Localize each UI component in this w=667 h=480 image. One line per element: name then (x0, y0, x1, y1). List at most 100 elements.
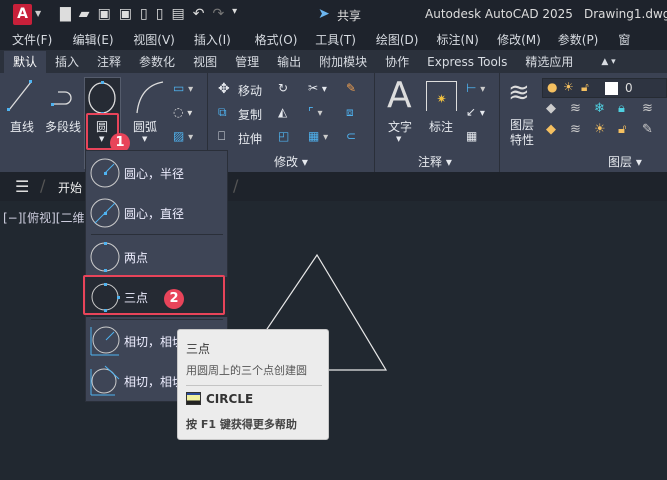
stretch-icon[interactable]: ⎕ (218, 129, 225, 144)
polyline-button[interactable]: 多段线 (45, 118, 81, 135)
layer-properties-button[interactable]: 图层 特性 (510, 118, 534, 148)
layer-walk-icon[interactable]: ✎ (642, 122, 666, 137)
dimension-icon[interactable]: ✷ (426, 81, 457, 111)
menu-item-label: 圆心，直径 (124, 207, 185, 221)
menu-edit[interactable]: 编辑(E) (61, 30, 122, 50)
tab-addins[interactable]: 附加模块 (310, 51, 376, 73)
tab-featured-apps[interactable]: 精选应用 (516, 51, 582, 73)
tab-express-tools[interactable]: Express Tools (418, 51, 516, 73)
layer-tools: ◆ ≋ ❄ 🔒︎ ≋ ◆ ≋ ☀ 🔓︎ ✎ (546, 101, 666, 137)
save-to-mobile-icon[interactable]: ▯ (156, 6, 164, 22)
menu-item-label: 圆心，半径 (124, 167, 185, 181)
dimension-button[interactable]: 标注 (429, 118, 453, 135)
rectangle-icon[interactable]: ▭ ▾ (173, 81, 193, 95)
layer-on-all-icon[interactable]: ◆ (546, 122, 570, 137)
linear-dim-icon[interactable]: ⊢ ▾ (466, 81, 485, 95)
layer-unlock-all-icon[interactable]: 🔓︎ (618, 122, 642, 137)
offset-icon[interactable]: ⊂ (346, 129, 356, 143)
save-icon[interactable]: ▣ (98, 6, 111, 22)
menu-hamburger-icon[interactable]: ☰ (15, 177, 29, 196)
layer-lock-icon[interactable]: 🔒︎ (618, 101, 642, 116)
menu-modify[interactable]: 修改(M) (485, 30, 546, 50)
trim-icon[interactable]: ✂ ▾ (308, 81, 327, 95)
stretch-button[interactable]: 拉伸 (238, 130, 262, 147)
menu-tools[interactable]: 工具(T) (303, 30, 364, 50)
tab-start[interactable]: 开始 (58, 179, 82, 196)
save-as-icon[interactable]: ▣ (119, 6, 132, 22)
layer-freeze-icon[interactable]: ❄ (594, 101, 618, 116)
arc-dropdown-icon[interactable]: ▼ (142, 135, 147, 143)
menu-window[interactable]: 窗 (606, 30, 667, 50)
open-icon[interactable]: ▰ (79, 6, 90, 22)
table-icon[interactable]: ▦ (466, 129, 477, 143)
menu-item-center-diameter[interactable]: 圆心，直径 (86, 193, 229, 233)
layer-properties-icon[interactable]: ≋ (508, 78, 530, 108)
layer-dropdown[interactable]: ● ☀ 🔓︎ 0 (542, 78, 667, 98)
menu-item-label: 相切，相切 (124, 375, 185, 389)
tab-parametric[interactable]: 参数化 (130, 51, 184, 73)
tab-output[interactable]: 输出 (268, 51, 310, 73)
fillet-icon[interactable]: ⌜ ▾ (308, 105, 322, 119)
open-from-mobile-icon[interactable]: ▯ (140, 6, 148, 22)
array-icon[interactable]: ▦ ▾ (308, 129, 328, 143)
menu-insert[interactable]: 插入(I) (182, 30, 243, 50)
print-icon[interactable]: ▤ (171, 6, 184, 22)
tooltip-divider (186, 385, 322, 386)
two-point-icon (90, 242, 120, 272)
move-icon[interactable]: ✥ (218, 81, 230, 97)
tab-insert[interactable]: 插入 (46, 51, 88, 73)
text-button[interactable]: 文字 (388, 118, 412, 135)
menu-draw[interactable]: 绘图(D) (364, 30, 425, 50)
tooltip-description: 用圆周上的三个点创建圆 (186, 364, 307, 377)
menu-dimension[interactable]: 标注(N) (424, 30, 485, 50)
copy-icon[interactable]: ⧉ (218, 105, 227, 120)
layer-isolate-icon[interactable]: ≋ (570, 101, 594, 116)
rotate-icon[interactable]: ↻ (278, 81, 288, 95)
modify-panel-label[interactable]: 修改 ▾ (274, 153, 308, 170)
erase-icon[interactable]: ✎ (346, 81, 356, 95)
menu-file[interactable]: 文件(F) (0, 30, 61, 50)
text-dropdown-icon[interactable]: ▼ (396, 135, 401, 143)
mirror-icon[interactable]: ◭ (278, 105, 287, 119)
copy-button[interactable]: 复制 (238, 106, 262, 123)
logo-dropdown-icon[interactable]: ▼ (35, 9, 41, 18)
app-logo[interactable]: A (13, 4, 32, 25)
menu-item-center-radius[interactable]: 圆心，半径 (86, 153, 229, 193)
layer-thaw-all-icon[interactable]: ☀ (594, 122, 618, 137)
layer-color-swatch (605, 82, 618, 95)
tab-home[interactable]: 默认 (4, 51, 47, 73)
center-diameter-icon (90, 198, 120, 228)
customize-icon[interactable]: ▾ (232, 6, 237, 22)
divider: / (233, 176, 239, 195)
layer-off-icon[interactable]: ◆ (546, 101, 570, 116)
undo-icon[interactable]: ↶ (193, 6, 205, 22)
layer-match-icon[interactable]: ≋ (642, 101, 666, 116)
arc-button[interactable]: 圆弧 (133, 118, 157, 135)
annotation-panel-label[interactable]: 注释 ▾ (418, 153, 452, 170)
tab-collaborate[interactable]: 协作 (376, 51, 418, 73)
ellipse-icon[interactable]: ◌ ▾ (173, 105, 192, 119)
move-button[interactable]: 移动 (238, 82, 262, 99)
tab-view[interactable]: 视图 (184, 51, 226, 73)
circle-icon (88, 81, 116, 115)
text-icon[interactable]: A (387, 75, 412, 116)
menu-item-two-point[interactable]: 两点 (86, 237, 229, 277)
command-icon (186, 392, 201, 405)
menu-format[interactable]: 格式(O) (243, 30, 304, 50)
explode-icon[interactable]: ⧈ (346, 105, 354, 120)
tab-manage[interactable]: 管理 (226, 51, 268, 73)
ribbon-minimize-button[interactable]: ▲ ▾ (592, 51, 624, 73)
layer-unisolate-icon[interactable]: ≋ (570, 122, 594, 137)
scale-icon[interactable]: ◰ (278, 129, 289, 143)
leader-icon[interactable]: ↙ ▾ (466, 105, 485, 119)
share-icon[interactable]: ➤ (318, 6, 330, 22)
new-icon[interactable]: ▇ (60, 6, 71, 22)
menu-parametric[interactable]: 参数(P) (546, 30, 607, 50)
line-button[interactable]: 直线 (10, 118, 34, 135)
menu-view[interactable]: 视图(V) (121, 30, 182, 50)
layers-panel-label[interactable]: 图层 ▾ (608, 153, 642, 170)
redo-icon[interactable]: ↷ (212, 6, 224, 22)
hatch-icon[interactable]: ▨ ▾ (173, 129, 193, 143)
share-button[interactable]: 共享 (337, 7, 361, 24)
tab-annotate[interactable]: 注释 (88, 51, 130, 73)
